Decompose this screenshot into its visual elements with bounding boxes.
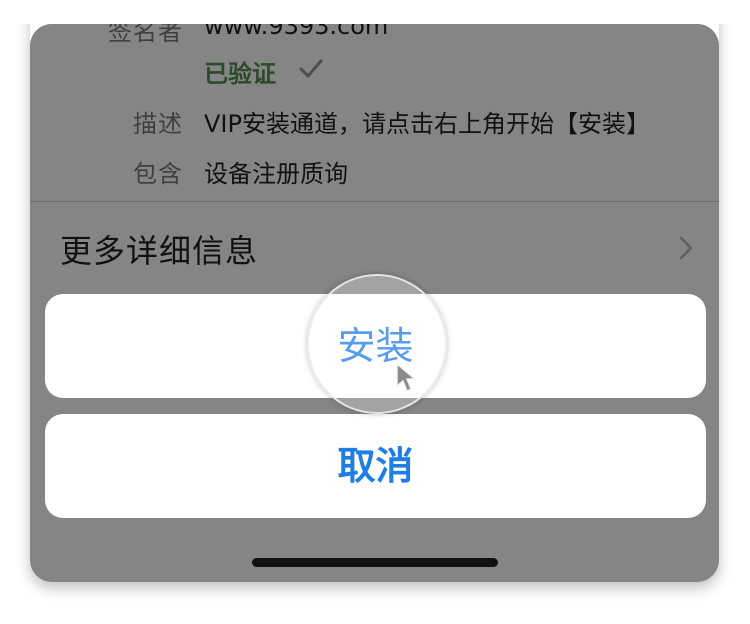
contains-row: 包含 设备注册质询 (30, 154, 719, 194)
signer-label-visible: 签名者 (108, 24, 183, 46)
screen: 签名者 www.9393.com 已验证 描述 VIP安装通道，请点击右上角开始… (0, 0, 750, 624)
check-icon (299, 59, 323, 78)
contains-label: 包含 (133, 160, 183, 188)
contains-value: 设备注册质询 (204, 160, 348, 188)
description-label: 描述 (133, 110, 183, 138)
more-info-row[interactable]: 更多详细信息 (30, 204, 719, 290)
description-row: 描述 VIP安装通道，请点击右上角开始【安装】 (30, 104, 719, 144)
install-button[interactable]: 安装 (45, 294, 706, 398)
signer-value-visible: www.9393.com (204, 24, 389, 40)
signer-row-visible: 签名者 www.9393.com (30, 24, 719, 54)
description-value: VIP安装通道，请点击右上角开始【安装】 (204, 110, 650, 138)
top-edge (0, 0, 750, 68)
chevron-right-icon (679, 236, 693, 260)
cancel-button[interactable]: 取消 (45, 414, 706, 518)
home-indicator[interactable] (252, 558, 498, 567)
divider (30, 201, 719, 202)
more-info-label: 更多详细信息 (60, 232, 259, 270)
verified-status: 已验证 (204, 60, 276, 88)
